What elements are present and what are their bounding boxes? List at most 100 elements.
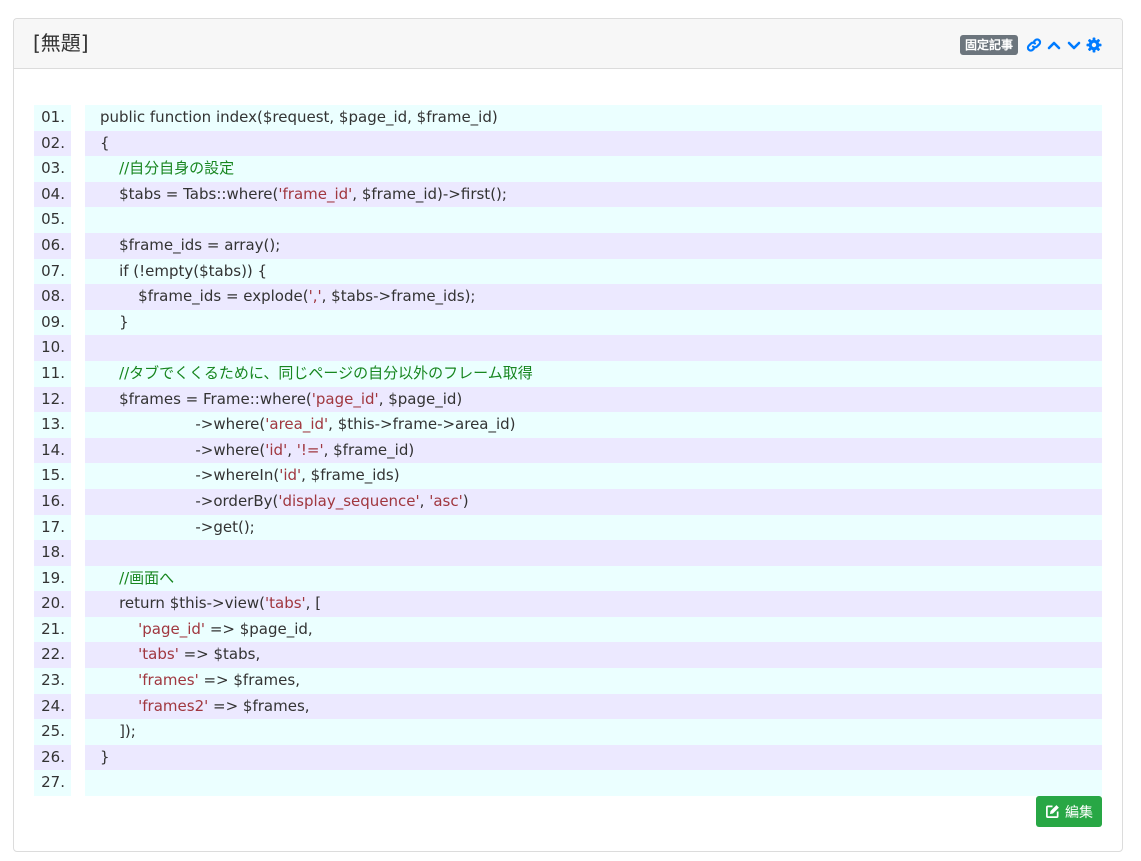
code-token: => $frames, [208,696,310,715]
code-line: 09. } [34,309,1102,336]
code-text: ->get(); [85,514,1102,541]
line-gutter [71,412,85,438]
string-literal: 'id' [279,466,302,485]
code-token: return $this->view( [100,594,265,613]
edit-button-label: 編集 [1065,804,1093,821]
code-line: 05. [34,207,1102,233]
code-token: , $frame_id) [323,440,415,459]
code-text [85,207,1102,233]
code-line: 22. 'tabs' => $tabs, [34,642,1102,669]
header-tools: 固定記事 [959,34,1102,56]
line-gutter [71,105,85,131]
pinned-badge: 固定記事 [959,35,1018,55]
string-literal: 'tabs' [265,594,306,613]
code-token: , $tabs->frame_ids); [321,287,476,306]
line-gutter [71,360,85,387]
code-token: public function index($request, $page_id… [100,108,498,126]
code-token: => $frames, [198,671,300,690]
post-header: [無題] 固定記事 [14,19,1122,69]
line-number: 09. [34,309,71,336]
code-text: $tabs = Tabs::where('frame_id', $frame_i… [85,181,1102,208]
code-line: 07. if (!empty($tabs)) { [34,258,1102,285]
line-number: 03. [34,156,71,182]
gear-icon[interactable] [1085,37,1102,54]
code-token: , $page_id) [378,389,463,408]
code-text: //画面へ [85,565,1102,592]
line-number: 04. [34,181,71,208]
code-text: public function index($request, $page_id… [85,105,1102,131]
line-gutter [71,565,85,592]
code-line: 20. return $this->view('tabs', [ [34,591,1102,617]
edit-button[interactable]: 編集 [1036,796,1102,827]
code-line: 02. { [34,130,1102,157]
line-gutter [71,156,85,182]
edit-icon [1045,804,1060,819]
code-line: 27. [34,770,1102,797]
line-gutter [71,207,85,233]
code-token: ->where( [100,415,266,434]
line-number: 26. [34,744,71,771]
line-number: 27. [34,770,71,797]
line-number: 06. [34,232,71,259]
line-number: 12. [34,386,71,413]
string-literal: 'id' [265,440,288,459]
string-literal: 'tabs' [138,645,179,664]
code-text: 'frames2' => $frames, [85,693,1102,720]
code-token: $tabs = Tabs::where( [100,184,279,203]
code-text [85,335,1102,361]
code-text: //自分自身の設定 [85,156,1102,182]
code-text: //タブでくくるために、同じページの自分以外のフレーム取得 [85,360,1102,387]
code-token: $frames = Frame::where( [100,389,312,408]
chevron-down-icon[interactable] [1065,37,1082,54]
line-number: 05. [34,207,71,233]
code-line: 26.} [34,744,1102,771]
code-token: if (!empty($tabs)) { [100,261,268,280]
code-text: } [85,309,1102,336]
line-gutter [71,642,85,669]
code-text: $frame_ids = explode(',', $tabs->frame_i… [85,284,1102,310]
line-number: 25. [34,719,71,745]
code-line: 17. ->get(); [34,514,1102,541]
code-line: 13. ->where('area_id', $this->frame->are… [34,412,1102,438]
string-literal: 'frames2' [138,696,209,715]
link-icon[interactable] [1025,37,1042,54]
string-literal: ',' [308,287,322,306]
code-line: 18. [34,540,1102,566]
line-number: 13. [34,412,71,438]
line-number: 23. [34,668,71,694]
line-number: 08. [34,284,71,310]
line-number: 01. [34,105,71,131]
string-literal: 'asc' [429,491,463,510]
code-token: => $tabs, [178,645,261,664]
code-text: { [85,130,1102,157]
line-gutter [71,693,85,720]
chevron-up-icon[interactable] [1045,37,1062,54]
code-token: ->whereIn( [100,466,280,485]
code-text: ]); [85,719,1102,745]
code-line: 11. //タブでくくるために、同じページの自分以外のフレーム取得 [34,360,1102,387]
line-number: 07. [34,258,71,285]
line-number: 10. [34,335,71,361]
string-literal: '!=' [296,440,324,459]
code-token: { [100,133,110,152]
code-line: 16. ->orderBy('display_sequence', 'asc') [34,488,1102,515]
line-gutter [71,309,85,336]
string-literal: 'frame_id' [278,184,353,203]
string-literal: 'area_id' [265,415,329,434]
code-text: ->orderBy('display_sequence', 'asc') [85,488,1102,515]
line-gutter [71,514,85,541]
line-number: 19. [34,565,71,592]
line-number: 11. [34,360,71,387]
code-line: 23. 'frames' => $frames, [34,668,1102,694]
code-text: ->where('id', '!=', $frame_id) [85,437,1102,464]
line-gutter [71,232,85,259]
code-token: , [ [305,594,322,613]
post-title: [無題] [33,31,89,55]
code-token: } [100,312,129,331]
line-gutter [71,488,85,515]
code-line: 21. 'page_id' => $page_id, [34,616,1102,643]
code-table: 01. public function index($request, $page… [34,105,1102,797]
